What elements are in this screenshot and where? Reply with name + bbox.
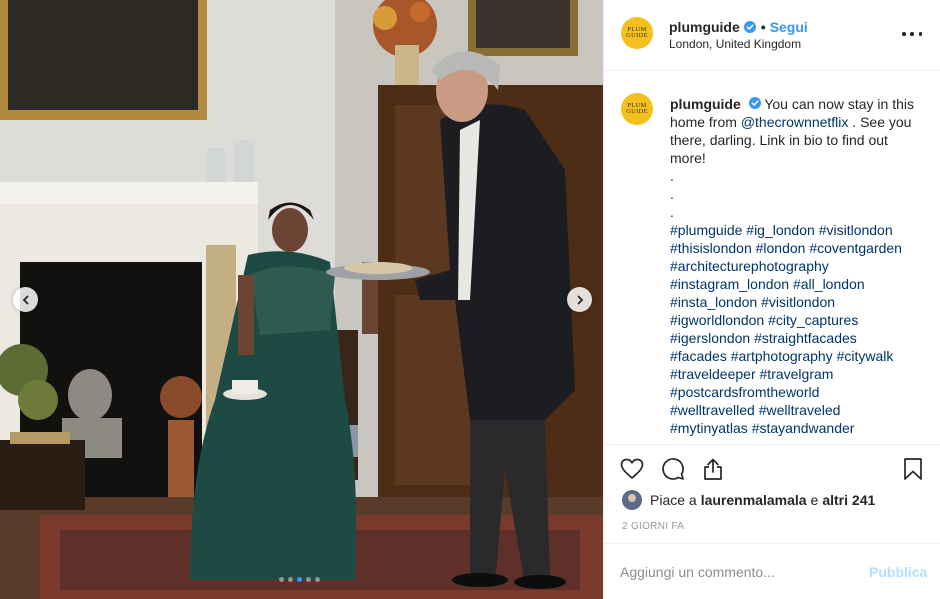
save-button[interactable]	[901, 457, 925, 481]
hashtag-line: #plumguide #ig_london #visitlondon	[670, 221, 922, 239]
hashtag-link[interactable]: #ig_london	[746, 222, 815, 238]
caption-dot-line: .	[670, 204, 674, 220]
comment-bubble-icon	[662, 458, 684, 480]
header-user-row: plumguide • Segui	[669, 19, 808, 35]
avatar-logo-text: GUIDE	[626, 32, 648, 39]
hashtag-link[interactable]: #plumguide	[670, 222, 742, 238]
post-header: PLUM GUIDE plumguide • Segui London, Uni…	[604, 0, 940, 71]
hashtag-line: #igworldlondon #city_captures	[670, 311, 922, 329]
heart-icon	[620, 458, 644, 479]
caption-username[interactable]: plumguide	[670, 96, 741, 112]
hashtag-line: #igerslondon #straightfacades	[670, 329, 922, 347]
liker-avatar[interactable]	[622, 490, 642, 510]
post-photo[interactable]	[0, 0, 603, 599]
hashtag-link[interactable]: #thisislondon	[670, 240, 752, 256]
hashtag-link[interactable]: #artphotography	[731, 348, 833, 364]
post-timestamp[interactable]: 2 GIORNI FA	[622, 521, 684, 532]
carousel-indicator	[279, 577, 320, 582]
share-upload-icon	[704, 458, 722, 480]
hashtag-link[interactable]: #citywalk	[837, 348, 894, 364]
hashtag-link[interactable]: #igerslondon	[670, 330, 750, 346]
post-actions	[604, 444, 940, 492]
hashtag-link[interactable]: #coventgarden	[809, 240, 902, 256]
comment-box: Pubblica	[604, 543, 940, 599]
caption-text: plumguide You can now stay in this home …	[670, 95, 922, 437]
hashtag-line: #thisislondon #london #coventgarden	[670, 239, 922, 257]
hashtag-link[interactable]: #visitlondon	[761, 294, 835, 310]
verified-badge-icon	[748, 97, 761, 109]
hashtag-link[interactable]: #london	[756, 240, 806, 256]
hashtag-link[interactable]: #stayandwander	[752, 420, 855, 436]
caption-author-avatar[interactable]: PLUM GUIDE	[621, 93, 653, 125]
hashtag-line: #architecturephotography	[670, 257, 922, 275]
avatar-logo-text: GUIDE	[626, 108, 648, 115]
hashtag-link[interactable]: #facades	[670, 348, 727, 364]
carousel-prev-button[interactable]	[13, 287, 38, 312]
hashtag-link[interactable]: #city_captures	[768, 312, 858, 328]
hashtag-link[interactable]: #igworldlondon	[670, 312, 764, 328]
post-side-panel: PLUM GUIDE plumguide • Segui London, Uni…	[603, 0, 940, 599]
hashtag-link[interactable]: #welltraveled	[759, 402, 841, 418]
hashtag-line: #postcardsfromtheworld	[670, 383, 922, 401]
publish-button[interactable]: Pubblica	[869, 564, 927, 580]
caption-dot-line: .	[670, 186, 674, 202]
hashtag-link[interactable]: #all_london	[793, 276, 865, 292]
hashtag-line: #mytinyatlas #stayandwander	[670, 419, 922, 437]
like-button[interactable]	[620, 457, 644, 481]
photo-scene	[0, 0, 603, 599]
hashtag-link[interactable]: #travelgram	[760, 366, 834, 382]
caption-hashtags: #plumguide #ig_london #visitlondon #thisi…	[670, 221, 922, 437]
post-caption: PLUM GUIDE plumguide You can now stay in…	[604, 72, 940, 444]
share-button[interactable]	[701, 457, 725, 481]
caption-dot-line: .	[670, 168, 674, 184]
chevron-left-icon	[22, 295, 28, 304]
hashtag-link[interactable]: #traveldeeper	[670, 366, 756, 382]
carousel-dot	[297, 577, 302, 582]
liker-username[interactable]: laurenmalamala	[701, 492, 807, 508]
carousel-dot	[315, 577, 320, 582]
likes-others-link[interactable]: altri 241	[822, 492, 875, 508]
hashtag-line: #traveldeeper #travelgram	[670, 365, 922, 383]
comment-input[interactable]	[620, 561, 850, 583]
comment-button[interactable]	[661, 457, 685, 481]
hashtag-line: #insta_london #visitlondon	[670, 293, 922, 311]
hashtag-link[interactable]: #welltravelled	[670, 402, 755, 418]
more-dot-icon	[902, 32, 906, 36]
hashtag-link[interactable]: #straightfacades	[754, 330, 857, 346]
hashtag-link[interactable]: #postcardsfromtheworld	[670, 384, 819, 400]
chevron-right-icon	[577, 295, 583, 304]
bookmark-icon	[904, 458, 922, 480]
verified-badge-icon	[743, 21, 756, 33]
hashtag-link[interactable]: #insta_london	[670, 294, 757, 310]
likes-prefix: Piace a	[650, 492, 697, 508]
hashtag-link[interactable]: #architecturephotography	[670, 258, 829, 274]
hashtag-link[interactable]: #mytinyatlas	[670, 420, 748, 436]
carousel-dot	[279, 577, 284, 582]
post-location[interactable]: London, United Kingdom	[669, 37, 801, 51]
caption-mention-link[interactable]: @thecrownnetflix	[741, 114, 849, 130]
hashtag-link[interactable]: #visitlondon	[819, 222, 893, 238]
likes-summary: Piace a laurenmalamala e altri 241	[622, 490, 879, 510]
more-dot-icon	[918, 32, 922, 36]
hashtag-line: #instagram_london #all_london	[670, 275, 922, 293]
carousel-dot	[288, 577, 293, 582]
likes-connector: e	[810, 492, 819, 508]
more-options-button[interactable]	[902, 26, 922, 42]
more-dot-icon	[910, 32, 914, 36]
hashtag-line: #welltravelled #welltraveled	[670, 401, 922, 419]
separator-dot: •	[760, 19, 766, 35]
hashtag-link[interactable]: #instagram_london	[670, 276, 789, 292]
follow-button[interactable]: Segui	[770, 19, 808, 35]
carousel-next-button[interactable]	[567, 287, 592, 312]
author-username[interactable]: plumguide	[669, 19, 740, 35]
author-avatar[interactable]: PLUM GUIDE	[621, 17, 653, 49]
carousel-dot	[306, 577, 311, 582]
hashtag-line: #facades #artphotography #citywalk	[670, 347, 922, 365]
